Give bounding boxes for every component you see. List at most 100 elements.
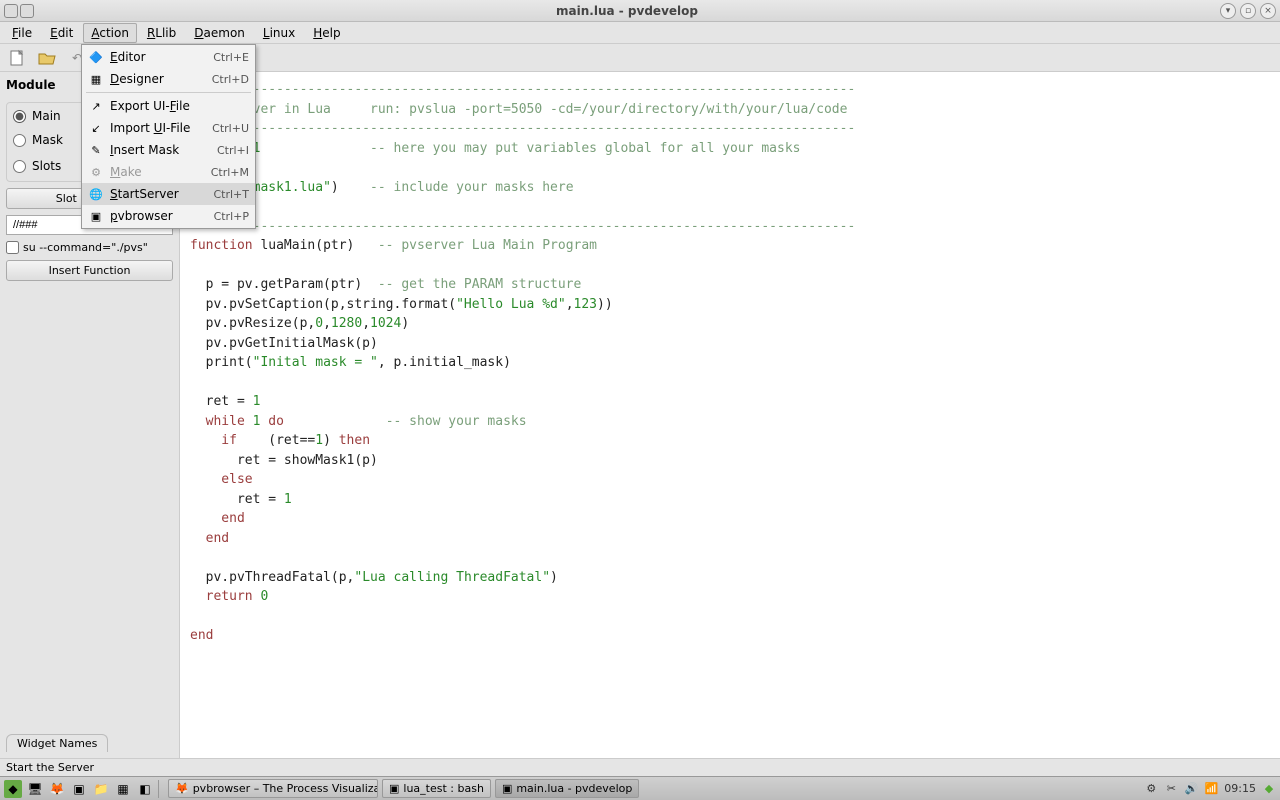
widget-names-tab-container: Widget Names — [6, 734, 173, 752]
menu-action-import[interactable]: ↙ Import UI-File Ctrl+U — [82, 117, 255, 139]
window-titlebar: main.lua - pvdevelop ▾ ▫ × — [0, 0, 1280, 22]
menu-action[interactable]: Action — [83, 23, 137, 43]
menubar: File Edit Action RLlib Daemon Linux Help — [0, 22, 1280, 44]
radio-mask-input[interactable] — [13, 134, 26, 147]
files-icon[interactable]: 📁 — [92, 780, 110, 798]
statusbar: Start the Server — [0, 758, 1280, 776]
code-kw: else — [190, 472, 253, 487]
menu-action-export[interactable]: ↗ Export UI-File — [82, 95, 255, 117]
code-line: -- pvserver Lua Main Program — [378, 238, 597, 253]
code-num: 1024 — [370, 316, 401, 331]
code-num: 1 — [253, 394, 261, 409]
code-line: ) — [331, 180, 370, 195]
maximize-button[interactable]: ▫ — [1240, 3, 1256, 19]
app-launcher-icon[interactable]: ▦ — [114, 780, 132, 798]
code-line — [284, 414, 386, 429]
menu-separator — [86, 92, 251, 93]
widget-names-tab[interactable]: Widget Names — [6, 734, 108, 752]
code-line: , p.initial_mask) — [378, 355, 511, 370]
terminal-small-icon: ▣ — [389, 782, 399, 795]
code-num: 1280 — [331, 316, 362, 331]
code-str: "Lua calling ThreadFatal" — [354, 570, 550, 585]
code-kw: then — [339, 433, 370, 448]
code-line: pv.pvResize(p, — [190, 316, 315, 331]
code-editor[interactable]: ----------------------------------------… — [180, 72, 1280, 758]
code-line: , — [566, 297, 574, 312]
pvbrowser-icon: ▣ — [88, 208, 104, 224]
code-line: -- get the PARAM structure — [378, 277, 582, 292]
code-kw: end — [190, 511, 245, 526]
code-line: luaMain(ptr) — [253, 238, 378, 253]
editor-icon: 🔷 — [88, 49, 104, 65]
code-str: "Inital mask = " — [253, 355, 378, 370]
tray-volume-icon[interactable]: 🔊 — [1184, 782, 1198, 796]
firefox-small-icon: 🦊 — [175, 782, 189, 795]
menu-rllib[interactable]: RLlib — [139, 23, 184, 43]
code-str: "mask1.lua" — [245, 180, 331, 195]
menu-action-editor[interactable]: 🔷 Editor Ctrl+E — [82, 46, 255, 68]
app-launcher2-icon[interactable]: ◧ — [136, 780, 154, 798]
insert-function-button[interactable]: Insert Function — [6, 260, 173, 281]
menu-action-insertmask[interactable]: ✎ Insert Mask Ctrl+I — [82, 139, 255, 161]
code-line: p = pv.getParam(ptr) — [190, 277, 378, 292]
radio-slots-label: Slots — [32, 159, 61, 173]
system-tray: ⚙ ✂ 🔊 📶 09:15 ◆ — [1144, 782, 1276, 796]
taskbar-item-pvbrowser[interactable]: 🦊pvbrowser – The Process Visualization B… — [168, 779, 378, 798]
toolbar-open-icon[interactable] — [36, 47, 58, 69]
code-kw: do — [268, 414, 284, 429]
code-kw: while — [190, 414, 245, 429]
menu-linux[interactable]: Linux — [255, 23, 303, 43]
code-kw: end — [190, 628, 213, 643]
menu-action-designer[interactable]: ▦ Designer Ctrl+D — [82, 68, 255, 90]
firefox-icon[interactable]: 🦊 — [48, 780, 66, 798]
app-icon-2 — [20, 4, 34, 18]
menu-file[interactable]: File — [4, 23, 40, 43]
su-command-check[interactable]: su --command="./pvs" — [6, 241, 173, 254]
code-num: 0 — [260, 589, 268, 604]
radio-main-label: Main — [32, 109, 61, 123]
menu-daemon[interactable]: Daemon — [186, 23, 253, 43]
taskbar-separator — [158, 780, 164, 798]
code-kw: return — [190, 589, 253, 604]
start-menu-icon[interactable]: ◆ — [4, 780, 22, 798]
code-line: ) — [550, 570, 558, 585]
radio-slots-input[interactable] — [13, 160, 26, 173]
minimize-button[interactable]: ▾ — [1220, 3, 1236, 19]
desktop-icon[interactable]: 🖥 — [26, 780, 44, 798]
code-line: -- show your masks — [386, 414, 527, 429]
code-line: pv.pvThreadFatal(p, — [190, 570, 354, 585]
code-num: 123 — [574, 297, 597, 312]
make-icon: ⚙ — [88, 164, 104, 180]
tray-gear-icon[interactable]: ⚙ — [1144, 782, 1158, 796]
tray-clock[interactable]: 09:15 — [1224, 782, 1256, 795]
tray-network-icon[interactable]: 📶 — [1204, 782, 1218, 796]
menu-action-pvbrowser[interactable]: ▣ pvbrowser Ctrl+P — [82, 205, 255, 227]
code-line: ret = — [190, 394, 253, 409]
action-dropdown: 🔷 Editor Ctrl+E ▦ Designer Ctrl+D ↗ Expo… — [81, 44, 256, 229]
code-line: ret = — [190, 492, 284, 507]
window-title: main.lua - pvdevelop — [34, 4, 1220, 18]
import-icon: ↙ — [88, 120, 104, 136]
menu-action-startserver[interactable]: 🌐 StartServer Ctrl+T — [82, 183, 255, 205]
code-num: 0 — [315, 316, 323, 331]
code-line: -- include your masks here — [370, 180, 574, 195]
close-button[interactable]: × — [1260, 3, 1276, 19]
code-line: print( — [190, 355, 253, 370]
code-line: pv.pvSetCaption(p,string.format( — [190, 297, 456, 312]
tray-suse-icon[interactable]: ◆ — [1262, 782, 1276, 796]
su-command-checkbox[interactable] — [6, 241, 19, 254]
toolbar-new-icon[interactable] — [6, 47, 28, 69]
radio-main-input[interactable] — [13, 110, 26, 123]
menu-help[interactable]: Help — [305, 23, 348, 43]
code-line: -- here you may put variables global for… — [260, 141, 800, 156]
taskbar-item-luatest[interactable]: ▣lua_test : bash — [382, 779, 491, 798]
taskbar-item-pvdevelop[interactable]: ▣main.lua - pvdevelop — [495, 779, 639, 798]
code-line: ----------------------------------------… — [190, 82, 855, 97]
menu-edit[interactable]: Edit — [42, 23, 81, 43]
status-text: Start the Server — [6, 761, 94, 774]
designer-icon: ▦ — [88, 71, 104, 87]
terminal-icon[interactable]: ▣ — [70, 780, 88, 798]
insert-mask-icon: ✎ — [88, 142, 104, 158]
radio-mask-label: Mask — [32, 133, 63, 147]
tray-clip-icon[interactable]: ✂ — [1164, 782, 1178, 796]
